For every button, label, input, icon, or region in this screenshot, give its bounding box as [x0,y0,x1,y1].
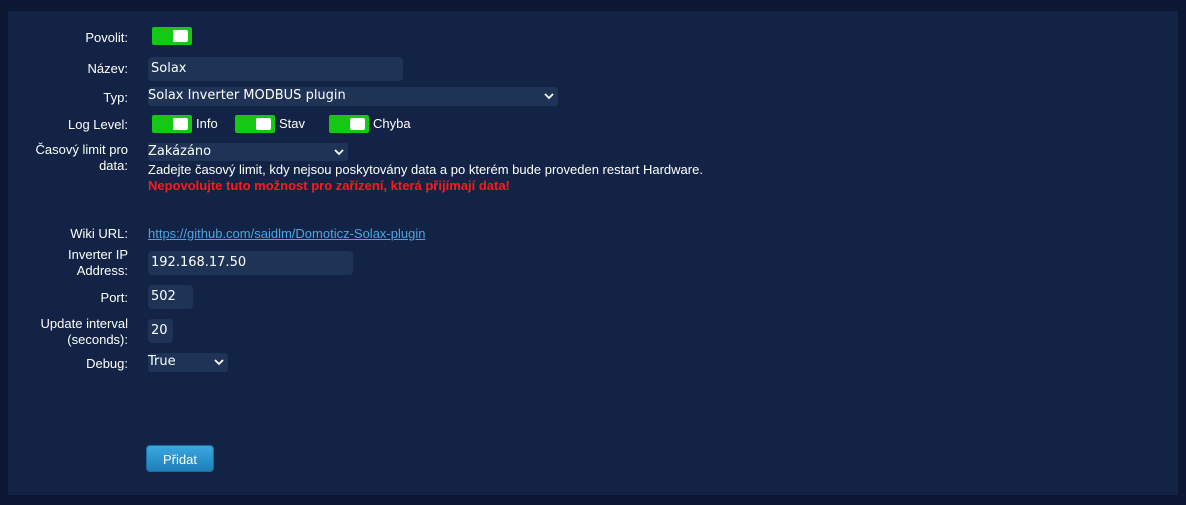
ip-label-line1: Inverter IP [68,247,128,262]
type-label: Typ: [103,90,128,105]
log-error-label: Chyba [373,116,411,131]
debug-label: Debug: [86,356,128,371]
chevron-down-icon [544,93,554,100]
interval-label-line2: (seconds): [67,332,128,347]
port-label: Port: [100,290,128,305]
interval-label: Update interval (seconds): [0,316,128,348]
debug-select[interactable]: True [148,353,228,372]
name-label: Název: [87,61,128,76]
log-error-toggle[interactable] [329,115,369,133]
ip-label: Inverter IP Address: [0,247,128,279]
timeout-label-line2: data: [99,158,128,173]
add-button[interactable]: Přidat [146,445,214,472]
chevron-down-icon [214,359,224,366]
toggle-knob [350,118,365,130]
log-status-label: Stav [279,116,306,131]
timeout-label-line1: Časový limit pro [35,142,128,157]
log-info-toggle[interactable] [152,115,192,133]
type-select[interactable]: Solax Inverter MODBUS plugin [148,87,558,106]
enable-toggle[interactable] [152,27,192,45]
timeout-select-value: Zakázáno [148,144,212,159]
toggle-knob [173,118,188,130]
ip-label-line2: Address: [76,263,128,278]
name-input[interactable]: Solax [148,57,403,81]
timeout-hint: Zadejte časový limit, kdy nejsou poskyto… [148,162,703,177]
toggle-knob [173,30,188,42]
type-select-value: Solax Inverter MODBUS plugin [148,88,346,103]
timeout-select[interactable]: Zakázáno [148,143,348,161]
log-level-label: Log Level: [68,117,128,132]
interval-label-line1: Update interval [40,316,128,331]
timeout-warning: Nepovolujte tuto možnost pro zařízení, k… [148,178,510,193]
wiki-label: Wiki URL: [70,226,128,241]
ip-input[interactable]: 192.168.17.50 [148,251,353,275]
toggle-knob [256,118,271,130]
timeout-label: Časový limit pro data: [0,142,128,174]
port-input[interactable]: 502 [148,285,193,309]
chevron-down-icon [334,149,344,156]
log-status-toggle[interactable] [235,115,275,133]
debug-select-value: True [148,354,176,369]
wiki-link[interactable]: https://github.com/saidlm/Domoticz-Solax… [148,226,425,242]
hardware-form-panel: Povolit: Název: Solax Typ: Solax Inverte… [8,11,1178,495]
log-info-label: Info [196,116,218,131]
interval-input[interactable]: 20 [148,319,173,343]
enable-label: Povolit: [85,30,128,45]
